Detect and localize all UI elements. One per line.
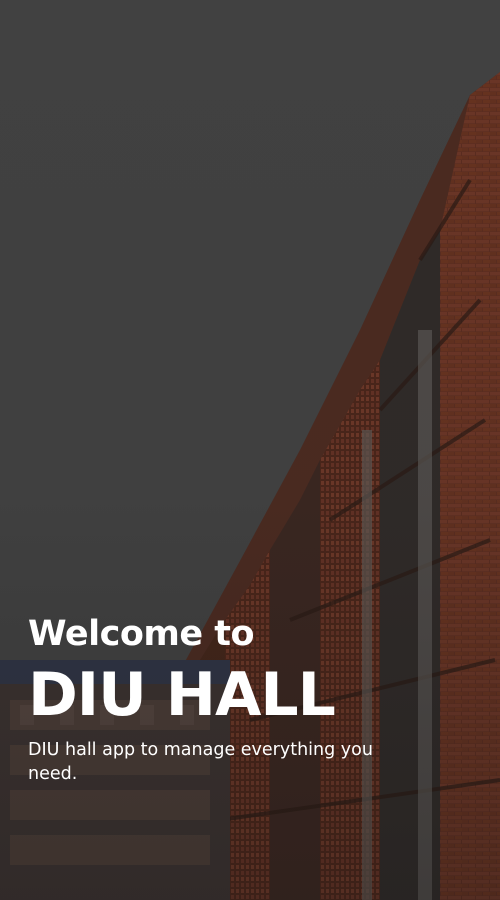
welcome-text-block: Welcome to DIU HALL DIU hall app to mana… [28,612,468,786]
app-tagline: DIU hall app to manage everything you ne… [28,740,373,784]
welcome-heading: Welcome to [28,614,255,654]
splash-screen: Welcome to DIU HALL DIU hall app to mana… [0,0,500,900]
app-title: DIU HALL [28,660,336,730]
